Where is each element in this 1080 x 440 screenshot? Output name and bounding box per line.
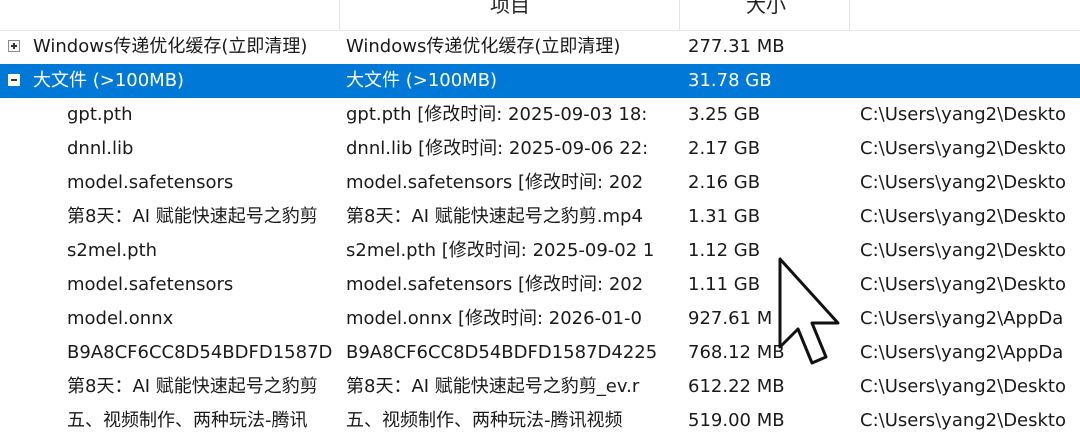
row-name: 大文件 (>100MB): [33, 70, 185, 91]
row-name-cell: Windows传递优化缓存(立即清理): [0, 30, 340, 64]
row-name: model.onnx: [67, 308, 174, 329]
row-name-cell: model.onnx: [0, 302, 340, 336]
table-row[interactable]: s2mel.pth s2mel.pth [修改时间: 2025-09-02 1 …: [0, 234, 1080, 268]
row-size: 1.12 GB: [688, 240, 761, 261]
row-item: model.safetensors [修改时间: 202: [346, 172, 644, 193]
table-row[interactable]: model.onnx model.onnx [修改时间: 2026-01-0 9…: [0, 302, 1080, 336]
row-size: 1.31 GB: [688, 206, 761, 227]
row-path: C:\Users\yang2\Deskto: [860, 274, 1067, 295]
row-size: 3.25 GB: [688, 104, 761, 125]
row-name: Windows传递优化缓存(立即清理): [33, 36, 308, 57]
row-name: 第8天：AI 赋能快速起号之豹剪: [67, 376, 318, 397]
row-item: s2mel.pth [修改时间: 2025-09-02 1: [346, 240, 655, 261]
row-name-cell: dnnl.lib: [0, 132, 340, 166]
table-row[interactable]: B9A8CF6CC8D54BDFD1587D B9A8CF6CC8D54BDFD…: [0, 336, 1080, 370]
row-size: 2.16 GB: [688, 172, 761, 193]
column-header-path[interactable]: [850, 0, 1080, 30]
file-list-table: 项目 大小 Windows传递优化缓存(立即清理) Windows传递优化缓存(…: [0, 0, 1080, 440]
tree-row-large-files[interactable]: 大文件 (>100MB) 大文件 (>100MB) 31.78 GB: [0, 64, 1080, 98]
row-item: model.onnx [修改时间: 2026-01-0: [346, 308, 642, 329]
row-name: gpt.pth: [67, 104, 133, 125]
row-path: [860, 30, 1080, 64]
row-name-cell: model.safetensors: [0, 268, 340, 302]
row-path: C:\Users\yang2\Deskto: [860, 138, 1067, 159]
row-size: 519.00 MB: [688, 410, 785, 431]
row-item: 大文件 (>100MB): [346, 70, 498, 91]
tree-row-delivery-optimization-cache[interactable]: Windows传递优化缓存(立即清理) Windows传递优化缓存(立即清理) …: [0, 30, 1080, 64]
row-item: Windows传递优化缓存(立即清理): [346, 36, 621, 57]
row-path: C:\Users\yang2\Deskto: [860, 172, 1067, 193]
row-size: 612.22 MB: [688, 376, 785, 397]
row-item: gpt.pth [修改时间: 2025-09-03 18:: [346, 104, 648, 125]
row-size: 31.78 GB: [688, 70, 772, 91]
row-item: 五、视频制作、两种玩法-腾讯视频: [346, 410, 623, 431]
row-name: 第8天：AI 赋能快速起号之豹剪: [67, 206, 318, 227]
row-name: s2mel.pth: [67, 240, 158, 261]
row-name: model.safetensors: [67, 172, 234, 193]
row-path: C:\Users\yang2\Deskto: [860, 410, 1067, 431]
row-path: C:\Users\yang2\Deskto: [860, 376, 1067, 397]
row-path: C:\Users\yang2\AppDa: [860, 308, 1064, 329]
row-name-cell: gpt.pth: [0, 98, 340, 132]
row-item: model.safetensors [修改时间: 202: [346, 274, 644, 295]
row-path: C:\Users\yang2\Deskto: [860, 104, 1067, 125]
table-row[interactable]: gpt.pth gpt.pth [修改时间: 2025-09-03 18: 3.…: [0, 98, 1080, 132]
row-size: 768.12 MB: [688, 342, 785, 363]
table-row[interactable]: 第8天：AI 赋能快速起号之豹剪 第8天：AI 赋能快速起号之豹剪_ev.r 6…: [0, 370, 1080, 404]
row-size: 2.17 GB: [688, 138, 761, 159]
table-row[interactable]: 五、视频制作、两种玩法-腾讯 五、视频制作、两种玩法-腾讯视频 519.00 M…: [0, 404, 1080, 438]
row-name-cell: model.safetensors: [0, 166, 340, 200]
table-row[interactable]: model.safetensors model.safetensors [修改时…: [0, 166, 1080, 200]
row-size: 1.11 GB: [688, 274, 761, 295]
plus-box-icon[interactable]: [8, 40, 20, 52]
row-item: 第8天：AI 赋能快速起号之豹剪_ev.r: [346, 376, 640, 397]
row-path: C:\Users\yang2\Deskto: [860, 240, 1067, 261]
column-header-name[interactable]: [0, 0, 340, 30]
row-name: dnnl.lib: [67, 138, 134, 159]
row-name: model.safetensors: [67, 274, 234, 295]
row-name-cell: B9A8CF6CC8D54BDFD1587D: [0, 336, 340, 370]
column-header-item-label: 项目: [490, 0, 530, 17]
row-path: C:\Users\yang2\Deskto: [860, 206, 1067, 227]
table-row[interactable]: 第8天：AI 赋能快速起号之豹剪 第8天：AI 赋能快速起号之豹剪.mp4 1.…: [0, 200, 1080, 234]
row-name-cell: 大文件 (>100MB): [0, 64, 340, 98]
column-header-item[interactable]: 项目: [340, 0, 680, 30]
table-row[interactable]: model.safetensors model.safetensors [修改时…: [0, 268, 1080, 302]
row-name-cell: s2mel.pth: [0, 234, 340, 268]
row-path: [860, 64, 1080, 98]
row-path: C:\Users\yang2\AppDa: [860, 342, 1064, 363]
row-item: B9A8CF6CC8D54BDFD1587D4225: [346, 342, 658, 363]
row-size: 927.61 M: [688, 308, 773, 329]
row-name: 五、视频制作、两种玩法-腾讯: [67, 410, 308, 431]
minus-box-icon[interactable]: [8, 74, 20, 86]
row-name-cell: 五、视频制作、两种玩法-腾讯: [0, 404, 340, 438]
row-name: B9A8CF6CC8D54BDFD1587D: [67, 342, 333, 363]
column-header-size[interactable]: 大小: [680, 0, 850, 30]
column-header-size-label: 大小: [746, 0, 786, 17]
row-size: 277.31 MB: [688, 36, 785, 57]
row-name-cell: 第8天：AI 赋能快速起号之豹剪: [0, 200, 340, 234]
table-row[interactable]: dnnl.lib dnnl.lib [修改时间: 2025-09-06 22: …: [0, 132, 1080, 166]
row-item: dnnl.lib [修改时间: 2025-09-06 22:: [346, 138, 649, 159]
row-name-cell: 第8天：AI 赋能快速起号之豹剪: [0, 370, 340, 404]
row-item: 第8天：AI 赋能快速起号之豹剪.mp4: [346, 206, 643, 227]
column-header: 项目 大小: [0, 0, 1080, 31]
